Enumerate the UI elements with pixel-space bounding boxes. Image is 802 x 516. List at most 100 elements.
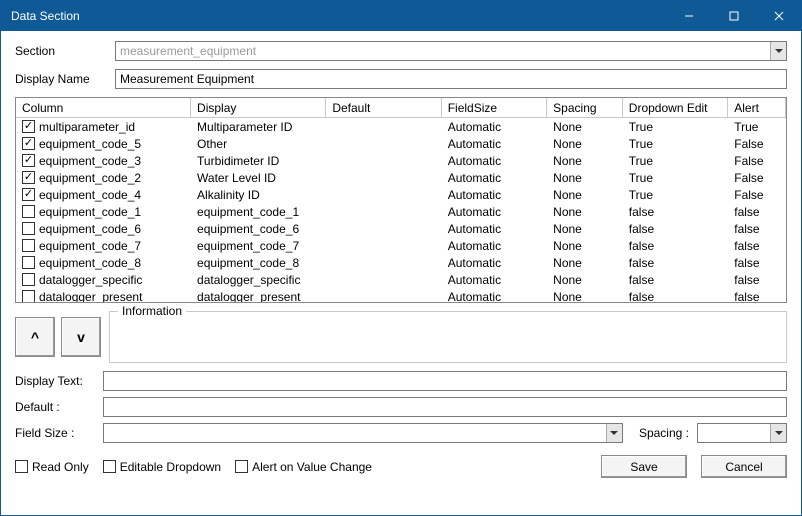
move-down-button[interactable]: v [61, 317, 101, 357]
table-row[interactable]: equipment_code_7equipment_code_7Automati… [16, 237, 786, 254]
cell-display: Multiparameter ID [191, 120, 326, 134]
dropdown-arrow-icon[interactable] [770, 42, 786, 60]
grid-header-default[interactable]: Default [326, 98, 441, 118]
cell-spacing: None [547, 222, 623, 236]
editable-dropdown-label: Editable Dropdown [120, 460, 221, 474]
table-row[interactable]: equipment_code_8equipment_code_8Automati… [16, 254, 786, 271]
checkbox-icon [235, 460, 248, 473]
cell-spacing: None [547, 154, 623, 168]
section-combo[interactable] [115, 41, 787, 61]
row-checkbox[interactable] [22, 137, 35, 150]
client-area: Section Display Name Column Display Defa… [1, 31, 801, 515]
section-input[interactable] [115, 41, 787, 61]
minimize-button[interactable] [666, 1, 711, 31]
cell-alert: false [728, 222, 786, 236]
close-button[interactable] [756, 1, 801, 31]
row-checkbox[interactable] [22, 222, 35, 235]
default-row: Default : [15, 397, 787, 417]
row-checkbox[interactable] [22, 239, 35, 252]
lower-form: Display Text: Default : Field Size : Spa… [15, 371, 787, 449]
grid-header-dropdown[interactable]: Dropdown Edit [623, 98, 728, 118]
table-row[interactable]: equipment_code_3Turbidimeter IDAutomatic… [16, 152, 786, 169]
alert-on-value-change-checkbox[interactable]: Alert on Value Change [235, 460, 372, 474]
data-section-window: Data Section Section Display Name [0, 0, 802, 516]
dropdown-arrow-icon[interactable] [606, 424, 622, 442]
field-size-combo[interactable] [103, 423, 623, 443]
row-checkbox[interactable] [22, 290, 35, 302]
cell-alert: false [728, 273, 786, 287]
table-row[interactable]: multiparameter_idMultiparameter IDAutoma… [16, 118, 786, 135]
cell-dropdown: false [623, 205, 728, 219]
default-input[interactable] [103, 397, 787, 417]
mid-row: ^ v Information [15, 311, 787, 363]
grid-header-column[interactable]: Column [16, 98, 191, 118]
display-text-input[interactable] [103, 371, 787, 391]
read-only-label: Read Only [32, 460, 89, 474]
row-checkbox[interactable] [22, 154, 35, 167]
alert-on-value-change-label: Alert on Value Change [252, 460, 372, 474]
cell-fieldsize: Automatic [442, 222, 547, 236]
table-row[interactable]: equipment_code_4Alkalinity IDAutomaticNo… [16, 186, 786, 203]
up-icon: ^ [31, 329, 39, 345]
cell-display: equipment_code_8 [191, 256, 326, 270]
cell-fieldsize: Automatic [442, 188, 547, 202]
cancel-button[interactable]: Cancel [701, 455, 787, 478]
row-checkbox[interactable] [22, 205, 35, 218]
save-button-label: Save [630, 460, 657, 474]
cell-alert: false [728, 239, 786, 253]
cell-alert: True [728, 120, 786, 134]
save-button[interactable]: Save [601, 455, 687, 478]
cell-dropdown: True [623, 137, 728, 151]
section-row: Section [15, 41, 787, 61]
cell-dropdown: false [623, 256, 728, 270]
row-checkbox[interactable] [22, 273, 35, 286]
cell-display: equipment_code_7 [191, 239, 326, 253]
cell-fieldsize: Automatic [442, 239, 547, 253]
row-checkbox[interactable] [22, 171, 35, 184]
cell-dropdown: True [623, 188, 728, 202]
move-up-button[interactable]: ^ [15, 317, 55, 357]
row-checkbox[interactable] [22, 120, 35, 133]
cell-column: equipment_code_3 [39, 154, 141, 168]
row-checkbox[interactable] [22, 256, 35, 269]
editable-dropdown-checkbox[interactable]: Editable Dropdown [103, 460, 221, 474]
field-size-input[interactable] [103, 423, 623, 443]
row-checkbox[interactable] [22, 188, 35, 201]
cell-display: datalogger_specific [191, 273, 326, 287]
grid-header-spacing[interactable]: Spacing [547, 98, 623, 118]
cell-dropdown: True [623, 171, 728, 185]
table-row[interactable]: equipment_code_2Water Level IDAutomaticN… [16, 169, 786, 186]
maximize-button[interactable] [711, 1, 756, 31]
cell-display: datalogger_present [191, 290, 326, 303]
section-label: Section [15, 44, 115, 58]
columns-grid[interactable]: Column Display Default FieldSize Spacing… [15, 97, 787, 303]
grid-header: Column Display Default FieldSize Spacing… [16, 98, 786, 118]
titlebar: Data Section [1, 1, 801, 31]
table-row[interactable]: equipment_code_1equipment_code_1Automati… [16, 203, 786, 220]
table-row[interactable]: equipment_code_6equipment_code_6Automati… [16, 220, 786, 237]
checkbox-icon [103, 460, 116, 473]
cell-dropdown: false [623, 222, 728, 236]
grid-header-fieldsize[interactable]: FieldSize [442, 98, 547, 118]
display-name-row: Display Name [15, 69, 787, 89]
table-row[interactable]: datalogger_presentdatalogger_presentAuto… [16, 288, 786, 302]
cell-dropdown: True [623, 154, 728, 168]
display-text-label: Display Text: [15, 374, 103, 388]
cancel-button-label: Cancel [725, 460, 762, 474]
cell-column: equipment_code_1 [39, 205, 141, 219]
window-controls [666, 1, 801, 31]
display-name-input[interactable] [115, 69, 787, 89]
cell-alert: false [728, 290, 786, 303]
dropdown-arrow-icon[interactable] [770, 424, 786, 442]
cell-dropdown: false [623, 290, 728, 303]
table-row[interactable]: datalogger_specificdatalogger_specificAu… [16, 271, 786, 288]
grid-header-display[interactable]: Display [191, 98, 326, 118]
spacing-combo[interactable] [697, 423, 787, 443]
field-size-label: Field Size : [15, 426, 103, 440]
cell-fieldsize: Automatic [442, 273, 547, 287]
grid-header-alert[interactable]: Alert [728, 98, 786, 118]
cell-alert: False [728, 188, 786, 202]
read-only-checkbox[interactable]: Read Only [15, 460, 89, 474]
table-row[interactable]: equipment_code_5OtherAutomaticNoneTrueFa… [16, 135, 786, 152]
spacing-label: Spacing : [639, 426, 689, 440]
